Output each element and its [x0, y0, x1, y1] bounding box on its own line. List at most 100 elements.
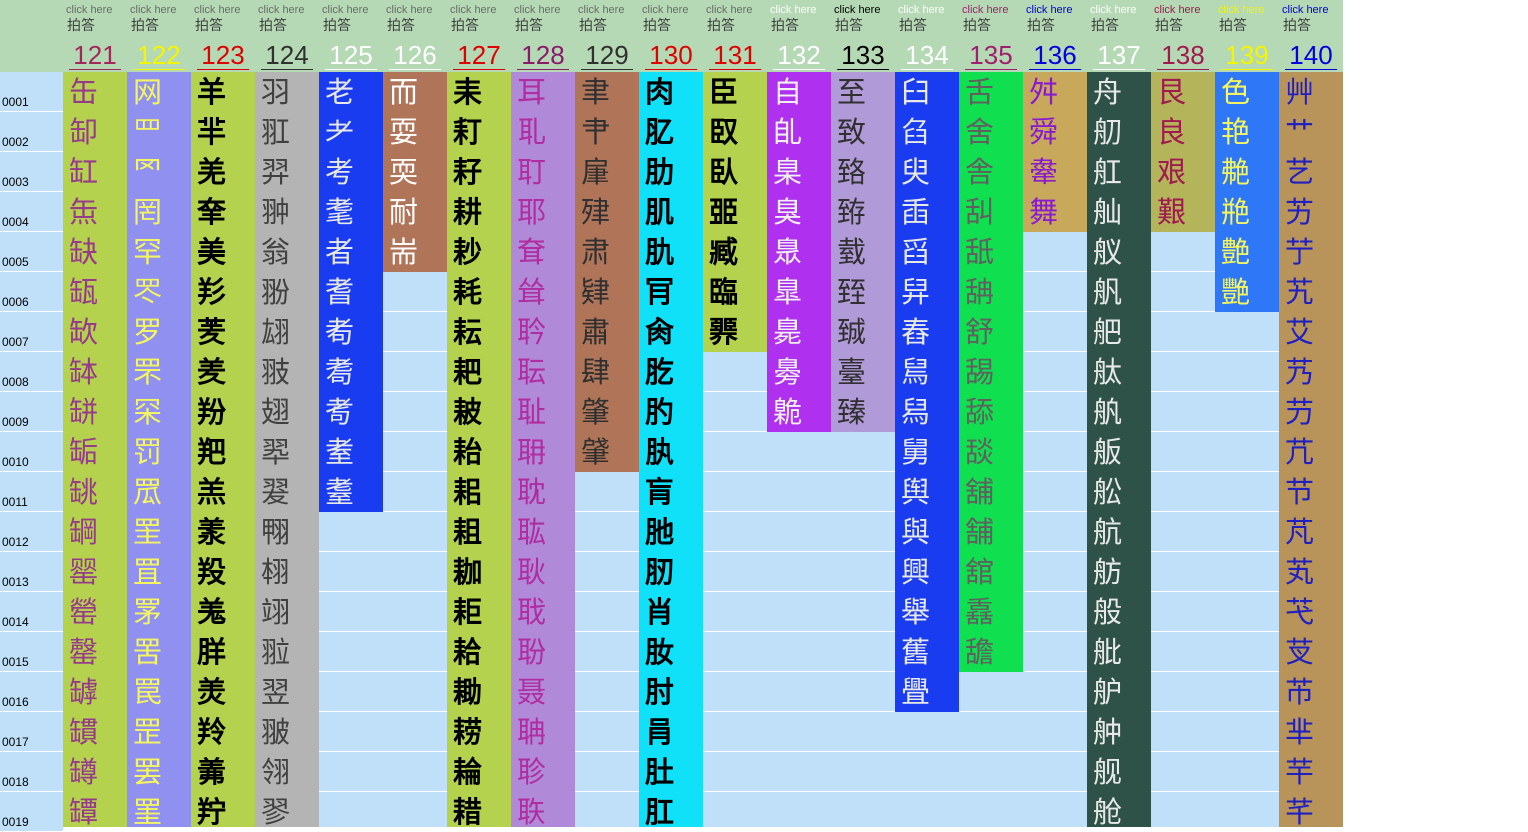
- character-cell[interactable]: 舆: [895, 472, 959, 512]
- character-cell[interactable]: 肁: [575, 152, 639, 192]
- click-here-link[interactable]: click here: [642, 4, 688, 17]
- click-here-link[interactable]: click here: [322, 4, 368, 17]
- character-cell[interactable]: 翅: [255, 392, 319, 432]
- character-cell[interactable]: 臦: [703, 192, 767, 232]
- character-cell[interactable]: 老: [319, 72, 383, 112]
- character-cell[interactable]: 耎: [383, 152, 447, 192]
- character-cell[interactable]: 耢: [447, 712, 511, 752]
- character-cell[interactable]: 芄: [1279, 552, 1343, 592]
- character-cell[interactable]: 舛: [1023, 72, 1087, 112]
- character-cell[interactable]: 羌: [191, 152, 255, 192]
- character-cell[interactable]: 艳: [1215, 112, 1279, 152]
- click-here-link[interactable]: click here: [66, 4, 112, 17]
- character-cell[interactable]: 艺: [1279, 152, 1343, 192]
- character-cell[interactable]: 羍: [191, 192, 255, 232]
- character-cell[interactable]: 臩: [703, 312, 767, 352]
- character-cell[interactable]: 舱: [1087, 792, 1151, 832]
- character-cell[interactable]: 羏: [191, 272, 255, 312]
- character-cell[interactable]: 耞: [447, 552, 511, 592]
- character-cell[interactable]: 缼: [63, 312, 127, 352]
- character-cell[interactable]: 耵: [511, 152, 575, 192]
- character-cell[interactable]: 耸: [511, 272, 575, 312]
- click-here-link[interactable]: click here: [514, 4, 560, 17]
- character-cell[interactable]: 羿: [255, 152, 319, 192]
- character-cell[interactable]: 罡: [127, 712, 191, 752]
- character-cell[interactable]: 耂: [319, 112, 383, 152]
- character-cell[interactable]: 翎: [255, 752, 319, 792]
- character-cell[interactable]: 肍: [639, 232, 703, 272]
- character-cell[interactable]: 罞: [127, 592, 191, 632]
- character-cell[interactable]: 翏: [255, 792, 319, 832]
- character-cell[interactable]: 舍: [959, 112, 1023, 152]
- click-here-link[interactable]: click here: [898, 4, 944, 17]
- character-cell[interactable]: 耾: [511, 512, 575, 552]
- character-cell[interactable]: 羾: [255, 112, 319, 152]
- character-cell[interactable]: 耖: [447, 232, 511, 272]
- character-cell[interactable]: 肇: [575, 392, 639, 432]
- character-cell[interactable]: 舥: [1087, 312, 1151, 352]
- character-cell[interactable]: 肋: [639, 152, 703, 192]
- radical-number[interactable]: 134: [895, 40, 959, 70]
- character-cell[interactable]: 耣: [447, 752, 511, 792]
- character-cell[interactable]: 考: [319, 152, 383, 192]
- character-cell[interactable]: 翈: [255, 512, 319, 552]
- radical-number[interactable]: 127: [447, 40, 511, 70]
- character-cell[interactable]: 舌: [959, 72, 1023, 112]
- character-cell[interactable]: 罀: [63, 472, 127, 512]
- character-cell[interactable]: 舘: [959, 552, 1023, 592]
- character-cell[interactable]: 罗: [127, 312, 191, 352]
- character-cell[interactable]: 耊: [319, 432, 383, 472]
- character-cell[interactable]: 致: [831, 112, 895, 152]
- character-cell[interactable]: 罓: [127, 152, 191, 192]
- character-cell[interactable]: 芈: [1279, 712, 1343, 752]
- character-cell[interactable]: 耇: [319, 312, 383, 352]
- answer-label[interactable]: 拍答: [1027, 18, 1055, 34]
- click-here-link[interactable]: click here: [834, 4, 880, 17]
- answer-label[interactable]: 拍答: [1091, 18, 1119, 34]
- character-cell[interactable]: 翉: [255, 552, 319, 592]
- click-here-link[interactable]: click here: [962, 4, 1008, 17]
- character-cell[interactable]: 艴: [1215, 152, 1279, 192]
- character-cell[interactable]: 聀: [511, 592, 575, 632]
- character-cell[interactable]: 缾: [63, 392, 127, 432]
- character-cell[interactable]: 芅: [1279, 592, 1343, 632]
- character-cell[interactable]: 艸: [1279, 72, 1343, 112]
- character-cell[interactable]: 舚: [959, 632, 1023, 672]
- character-cell[interactable]: 缸: [63, 152, 127, 192]
- character-cell[interactable]: 翌: [255, 672, 319, 712]
- character-cell[interactable]: 舃: [895, 352, 959, 392]
- character-cell[interactable]: 罕: [127, 232, 191, 272]
- radical-number[interactable]: 123: [191, 40, 255, 70]
- character-cell[interactable]: 臾: [895, 152, 959, 192]
- character-cell[interactable]: 者: [319, 232, 383, 272]
- character-cell[interactable]: 而: [383, 72, 447, 112]
- character-cell[interactable]: 耆: [319, 272, 383, 312]
- character-cell[interactable]: 舜: [1023, 112, 1087, 152]
- character-cell[interactable]: 肓: [639, 472, 703, 512]
- character-cell[interactable]: 耠: [447, 632, 511, 672]
- character-cell[interactable]: 芀: [1279, 392, 1343, 432]
- character-cell[interactable]: 艰: [1151, 152, 1215, 192]
- character-cell[interactable]: 舂: [895, 312, 959, 352]
- character-cell[interactable]: 耼: [511, 432, 575, 472]
- character-cell[interactable]: 艹: [1279, 112, 1343, 152]
- character-cell[interactable]: 舞: [1023, 192, 1087, 232]
- character-cell[interactable]: 舏: [959, 192, 1023, 232]
- answer-label[interactable]: 拍答: [899, 18, 927, 34]
- character-cell[interactable]: 罚: [127, 432, 191, 472]
- click-here-link[interactable]: click here: [1218, 4, 1264, 17]
- character-cell[interactable]: 罛: [127, 472, 191, 512]
- character-cell[interactable]: 耳: [511, 72, 575, 112]
- click-here-link[interactable]: click here: [130, 4, 176, 17]
- character-cell[interactable]: 美: [191, 232, 255, 272]
- radical-number[interactable]: 130: [639, 40, 703, 70]
- character-cell[interactable]: 舐: [959, 232, 1023, 272]
- character-cell[interactable]: 耕: [447, 192, 511, 232]
- character-cell[interactable]: 羒: [191, 392, 255, 432]
- character-cell[interactable]: 肄: [575, 272, 639, 312]
- character-cell[interactable]: 耈: [319, 352, 383, 392]
- character-cell[interactable]: 般: [1087, 592, 1151, 632]
- character-cell[interactable]: 罖: [127, 272, 191, 312]
- character-cell[interactable]: 罆: [63, 712, 127, 752]
- click-here-link[interactable]: click here: [450, 4, 496, 17]
